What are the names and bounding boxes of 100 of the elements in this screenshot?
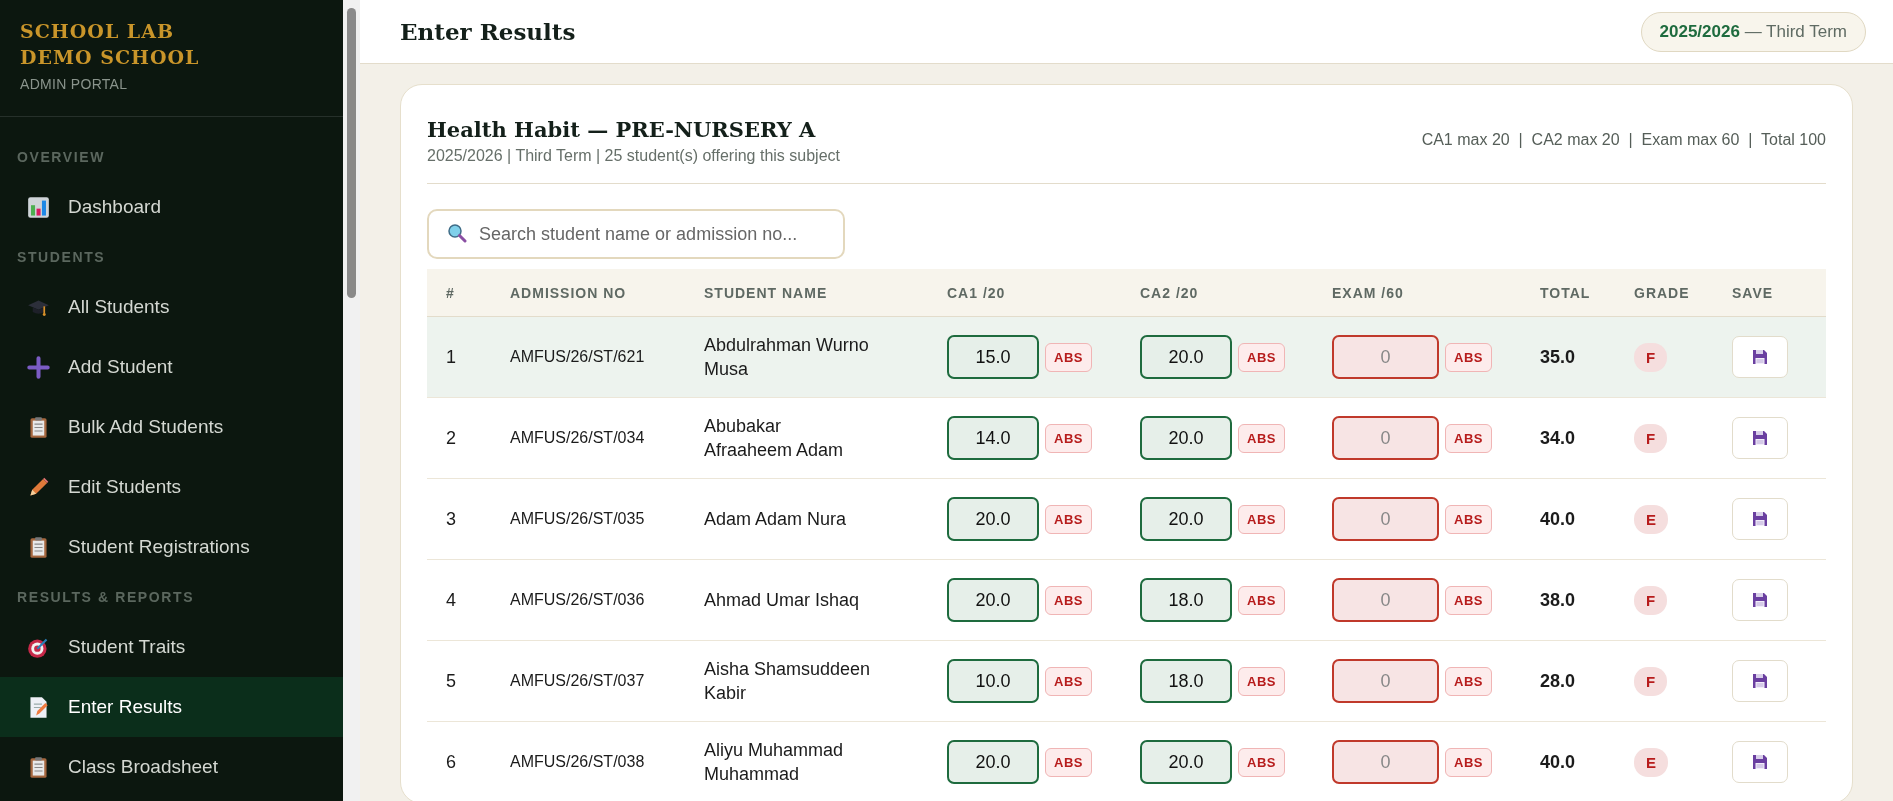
column-header: EXAM /60 — [1331, 284, 1405, 301]
save-button[interactable] — [1732, 417, 1788, 459]
grade-badge: F — [1634, 423, 1668, 453]
score-field[interactable]: 18.0 — [1140, 578, 1232, 622]
nav-item[interactable]: Add Student — [0, 337, 343, 397]
pencil-icon — [27, 475, 50, 499]
nav-item[interactable]: Class Broadsheet — [0, 737, 343, 797]
score-field[interactable]: 20.0 — [947, 497, 1039, 541]
save-button[interactable] — [1732, 660, 1788, 702]
column-header: TOTAL — [1539, 284, 1592, 301]
score-field[interactable]: 20.0 — [1140, 416, 1232, 460]
score-field[interactable]: 0 — [1332, 335, 1439, 379]
absent-button[interactable]: ABS — [1238, 504, 1285, 534]
nav-item[interactable]: Bulk Add Students — [0, 397, 343, 457]
row-number: 5 — [446, 670, 456, 691]
table-row[interactable]: 1 AMFUS/26/ST/621 Abdulrahman Wurno Musa 15.0 ABS 20.0 ABS 0 ABS 35.0 F — [427, 317, 1826, 398]
column-header: SAVE — [1731, 284, 1775, 301]
score-field[interactable]: 0 — [1332, 659, 1439, 703]
score-field[interactable]: 15.0 — [947, 335, 1039, 379]
nav-item[interactable]: Student Traits — [0, 617, 343, 677]
nav-item[interactable]: Dashboard — [0, 177, 343, 237]
absent-button[interactable]: ABS — [1238, 747, 1285, 777]
total-score: 34.0 — [1540, 427, 1576, 448]
row-number: 3 — [446, 508, 456, 529]
score-field[interactable]: 14.0 — [947, 416, 1039, 460]
grade-badge: F — [1634, 342, 1668, 372]
absent-button[interactable]: ABS — [1238, 423, 1285, 453]
grade-badge: E — [1634, 747, 1668, 777]
grade-badge: E — [1634, 504, 1668, 534]
clipboard-icon — [27, 535, 50, 559]
score-field[interactable]: 20.0 — [1140, 497, 1232, 541]
admission-number: AMFUS/26/ST/037 — [510, 672, 645, 689]
nav-item[interactable]: Enter Results — [0, 677, 343, 737]
section-heading: RESULTS & REPORTS — [16, 588, 196, 607]
table-row[interactable]: 2 AMFUS/26/ST/034 Abubakar Afraaheem Adam 14.0 ABS 20.0 ABS 0 ABS 34.0 F — [427, 398, 1826, 479]
absent-button[interactable]: ABS — [1445, 342, 1492, 372]
admission-number: AMFUS/26/ST/035 — [510, 510, 645, 527]
row-number: 2 — [446, 427, 456, 448]
bar-chart-icon — [27, 195, 50, 219]
score-field[interactable]: 0 — [1332, 740, 1439, 784]
memo-icon — [27, 695, 50, 719]
subject-info: 2025/2026 | Third Term | 25 student(s) offering this subject — [427, 147, 840, 165]
school-name: DEMO SCHOOL — [20, 45, 201, 70]
absent-button[interactable]: ABS — [1445, 585, 1492, 615]
score-field[interactable]: 18.0 — [1140, 659, 1232, 703]
absent-button[interactable]: ABS — [1045, 342, 1092, 372]
section-heading: OVERVIEW — [16, 148, 106, 167]
section-heading: STUDENTS — [16, 248, 107, 267]
total-score: 40.0 — [1540, 751, 1576, 772]
absent-button[interactable]: ABS — [1445, 747, 1492, 777]
score-field[interactable]: 20.0 — [1140, 335, 1232, 379]
absent-button[interactable]: ABS — [1045, 423, 1092, 453]
student-name: Adam Adam Nura — [704, 509, 847, 529]
absent-button[interactable]: ABS — [1238, 666, 1285, 696]
save-button[interactable] — [1732, 579, 1788, 621]
absent-button[interactable]: ABS — [1238, 342, 1285, 372]
score-field[interactable]: 0 — [1332, 578, 1439, 622]
column-header: ADMISSION NO — [509, 284, 628, 301]
student-name: Aisha Shamsuddeen Kabir — [704, 659, 871, 703]
row-number: 1 — [446, 346, 456, 367]
absent-button[interactable]: ABS — [1445, 423, 1492, 453]
student-name: Ahmad Umar Ishaq — [704, 590, 860, 610]
clipboard-icon — [27, 755, 50, 779]
save-button[interactable] — [1732, 498, 1788, 540]
scrollbar[interactable] — [343, 0, 360, 801]
score-field[interactable]: 20.0 — [1140, 740, 1232, 784]
column-header: # — [445, 284, 456, 301]
student-name: Abdulrahman Wurno Musa — [704, 335, 869, 379]
plus-icon — [27, 355, 50, 379]
absent-button[interactable]: ABS — [1045, 504, 1092, 534]
nav-item[interactable]: Student Registrations — [0, 517, 343, 577]
save-button[interactable] — [1732, 336, 1788, 378]
score-field[interactable]: 20.0 — [947, 740, 1039, 784]
nav-item[interactable]: Edit Students — [0, 457, 343, 517]
score-field[interactable]: 0 — [1332, 497, 1439, 541]
table-row[interactable]: 4 AMFUS/26/ST/036 Ahmad Umar Ishaq 20.0 ABS 18.0 ABS 0 ABS 38.0 F — [427, 560, 1826, 641]
score-field[interactable]: 10.0 — [947, 659, 1039, 703]
table-row[interactable]: 5 AMFUS/26/ST/037 Aisha Shamsuddeen Kabir 10.0 ABS 18.0 ABS 0 ABS 28.0 F — [427, 641, 1826, 722]
score-field[interactable]: 20.0 — [947, 578, 1039, 622]
row-number: 4 — [446, 589, 456, 610]
table-row[interactable]: 3 AMFUS/26/ST/035 Adam Adam Nura 20.0 ABS 20.0 ABS 0 ABS 40.0 E — [427, 479, 1826, 560]
total-score: 28.0 — [1540, 670, 1576, 691]
nav-item[interactable]: All Students — [0, 277, 343, 337]
absent-button[interactable]: ABS — [1445, 504, 1492, 534]
school-name: SCHOOL LAB — [20, 19, 176, 44]
absent-button[interactable]: ABS — [1238, 585, 1285, 615]
admission-number: AMFUS/26/ST/621 — [510, 348, 645, 365]
absent-button[interactable]: ABS — [1045, 585, 1092, 615]
search-field[interactable]: Search student name or admission no... — [427, 209, 845, 259]
absent-button[interactable]: ABS — [1445, 666, 1492, 696]
admission-number: AMFUS/26/ST/034 — [510, 429, 645, 446]
absent-button[interactable]: ABS — [1045, 747, 1092, 777]
column-header: CA2 /20 — [1139, 284, 1200, 301]
term-badge: 2025/2026 — Third Term — [1640, 11, 1866, 52]
subject-title: Health Habit — PRE-NURSERY A — [427, 117, 817, 142]
score-field[interactable]: 0 — [1332, 416, 1439, 460]
table-row[interactable]: 6 AMFUS/26/ST/038 Aliyu Muhammad Muhammad 20.0 ABS 20.0 ABS 0 ABS 40.0 E — [427, 722, 1826, 801]
portal-label: ADMIN PORTAL — [20, 76, 129, 92]
save-button[interactable] — [1732, 741, 1788, 783]
absent-button[interactable]: ABS — [1045, 666, 1092, 696]
